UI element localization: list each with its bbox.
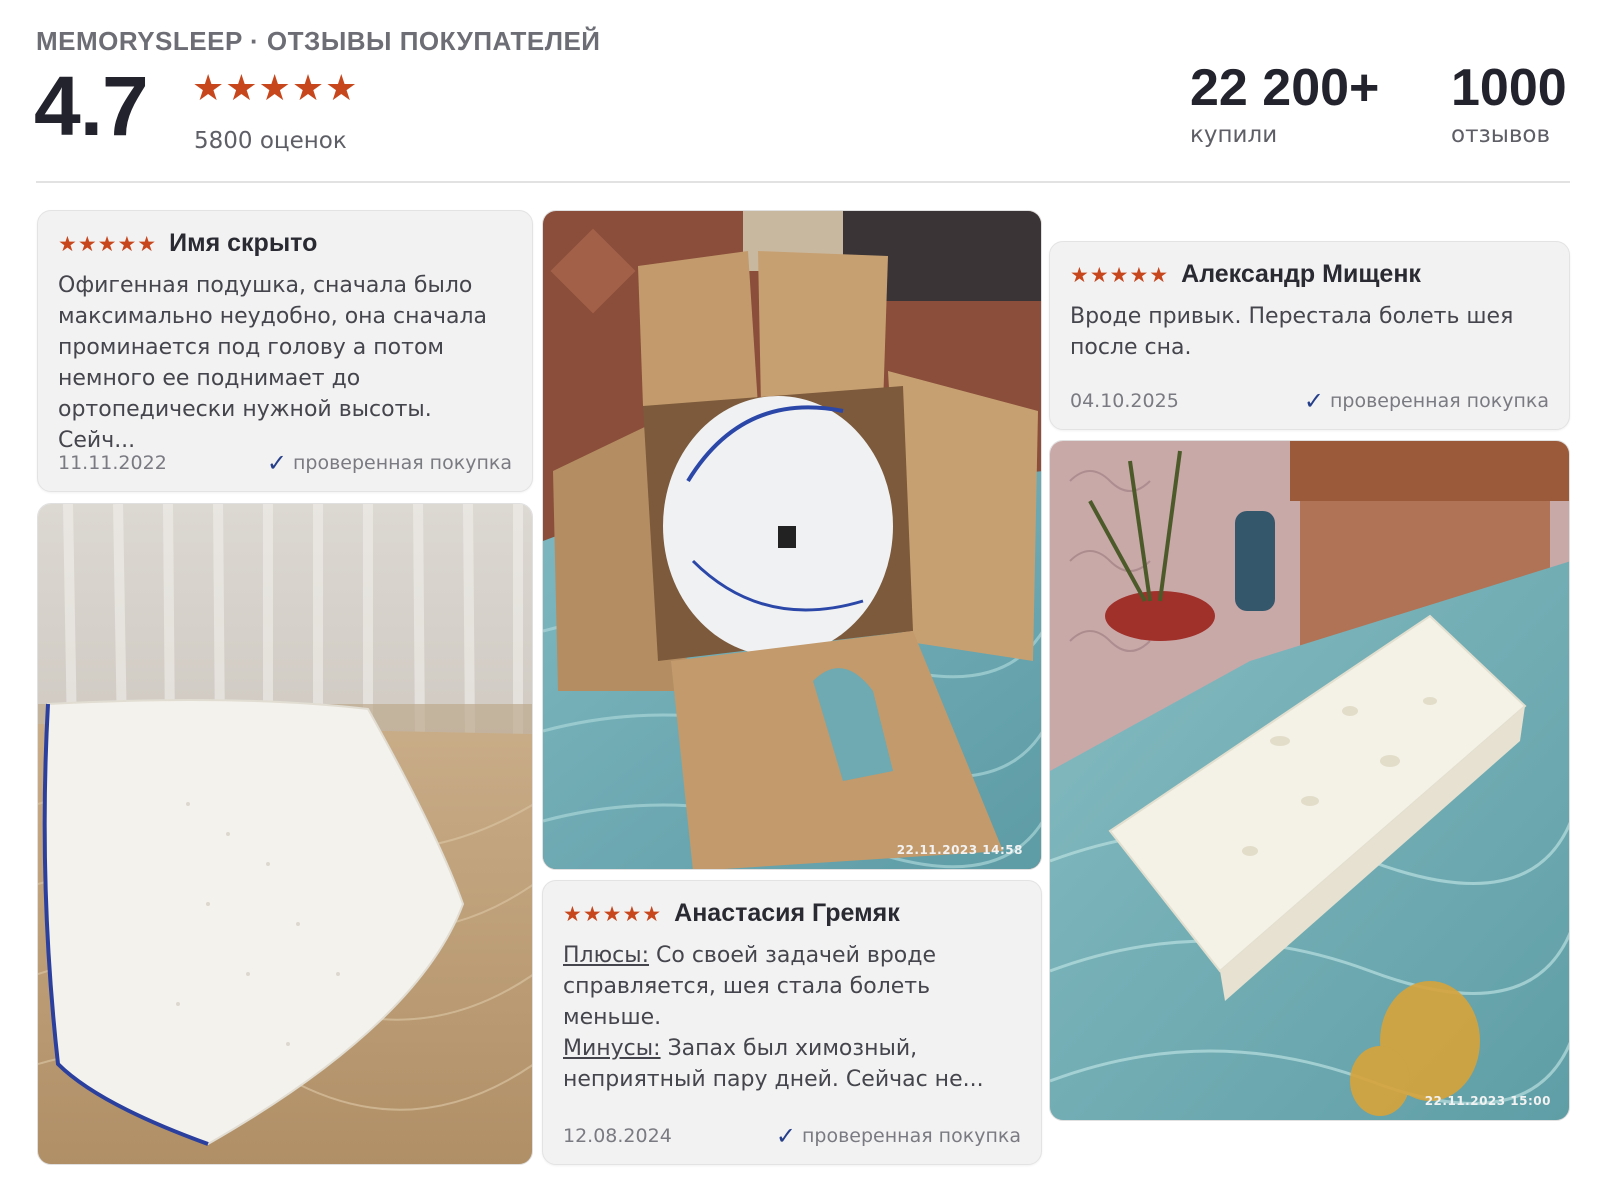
check-icon: ✓ xyxy=(1303,387,1324,415)
stat-buyers: 22 200+ купили xyxy=(1190,58,1379,148)
review-photo-box[interactable]: 22.11.2023 14:58 xyxy=(542,210,1042,870)
review-text: Плюсы: Со своей задачей вроде справляетс… xyxy=(563,940,1021,1095)
check-icon: ✓ xyxy=(266,449,287,477)
rating-stars: ★★★★★ xyxy=(192,68,359,109)
verified-badge: ✓ проверенная покупка xyxy=(267,449,512,477)
photo-timestamp: 22.11.2023 15:00 xyxy=(1424,1094,1551,1108)
review-photo-pillow[interactable] xyxy=(37,503,533,1165)
verified-label: проверенная покупка xyxy=(1329,390,1549,412)
buyers-number: 22 200+ xyxy=(1190,59,1380,117)
pros-label: Плюсы: xyxy=(563,943,650,968)
reviews-number: 1000 xyxy=(1451,59,1567,117)
review-stars: ★★★★★ xyxy=(563,901,663,926)
cons-label: Минусы: xyxy=(563,1036,661,1061)
review-stars: ★★★★★ xyxy=(1070,262,1170,287)
stat-reviews: 1000 отзывов xyxy=(1451,58,1567,148)
verified-badge: ✓ проверенная покупка xyxy=(1304,387,1549,415)
review-photo-pillow-bed[interactable]: 22.11.2023 15:00 xyxy=(1049,440,1570,1121)
verified-badge: ✓ проверенная покупка xyxy=(776,1122,1021,1150)
review-card[interactable]: ★★★★★ Имя скрыто Офигенная подушка, снач… xyxy=(37,210,533,492)
reviews-label: отзывов xyxy=(1451,122,1551,148)
verified-label: проверенная покупка xyxy=(292,452,512,474)
review-stars: ★★★★★ xyxy=(58,231,158,256)
review-card[interactable]: ★★★★★ Александр Мищенк Вроде привык. Пер… xyxy=(1049,241,1570,430)
review-date: 04.10.2025 xyxy=(1070,390,1179,412)
brand-title: MEMORYSLEEP · ОТЗЫВЫ ПОКУПАТЕЛЕЙ xyxy=(36,26,601,56)
average-rating: 4.7 xyxy=(34,59,149,153)
review-card[interactable]: ★★★★★ Анастасия Гремяк Плюсы: Со своей з… xyxy=(542,880,1042,1165)
check-icon: ✓ xyxy=(775,1122,796,1150)
photo-timestamp: 22.11.2023 14:58 xyxy=(896,843,1023,857)
review-date: 12.08.2024 xyxy=(563,1125,672,1147)
review-date: 11.11.2022 xyxy=(58,452,167,474)
ratings-count: 5800 оценок xyxy=(194,128,347,154)
header-divider xyxy=(36,181,1570,183)
verified-label: проверенная покупка xyxy=(801,1125,1021,1147)
buyers-label: купили xyxy=(1190,122,1278,148)
review-text: Офигенная подушка, сначала было максимал… xyxy=(58,273,488,453)
review-text: Вроде привык. Перестала болеть шея после… xyxy=(1070,304,1514,360)
review-author: Имя скрыто xyxy=(169,229,318,257)
review-author: Анастасия Гремяк xyxy=(674,899,900,927)
review-author: Александр Мищенк xyxy=(1181,260,1421,288)
